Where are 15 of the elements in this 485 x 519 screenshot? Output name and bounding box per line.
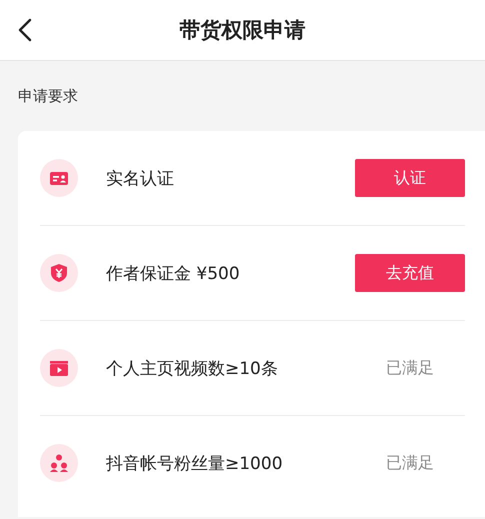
section-title: 申请要求 (17, 86, 79, 107)
page-title: 带货权限申请 (180, 17, 306, 44)
requirement-label: 个人主页视频数≥10条 (106, 358, 279, 380)
requirement-label: 作者保证金 ¥500 (106, 262, 241, 284)
requirement-label: 抖音帐号粉丝量≥1000 (106, 452, 284, 474)
action-button[interactable]: 去充值 (355, 254, 465, 292)
requirement-label: 实名认证 (106, 168, 175, 190)
status-text: 已满足 (385, 358, 435, 378)
back-icon[interactable] (18, 18, 32, 42)
people-icon (40, 444, 78, 482)
status-text: 已满足 (385, 452, 435, 474)
action-button[interactable]: 认证 (355, 159, 465, 197)
id-card-icon (40, 159, 78, 197)
video-clapper-icon (40, 349, 78, 387)
shield-icon (40, 254, 78, 292)
